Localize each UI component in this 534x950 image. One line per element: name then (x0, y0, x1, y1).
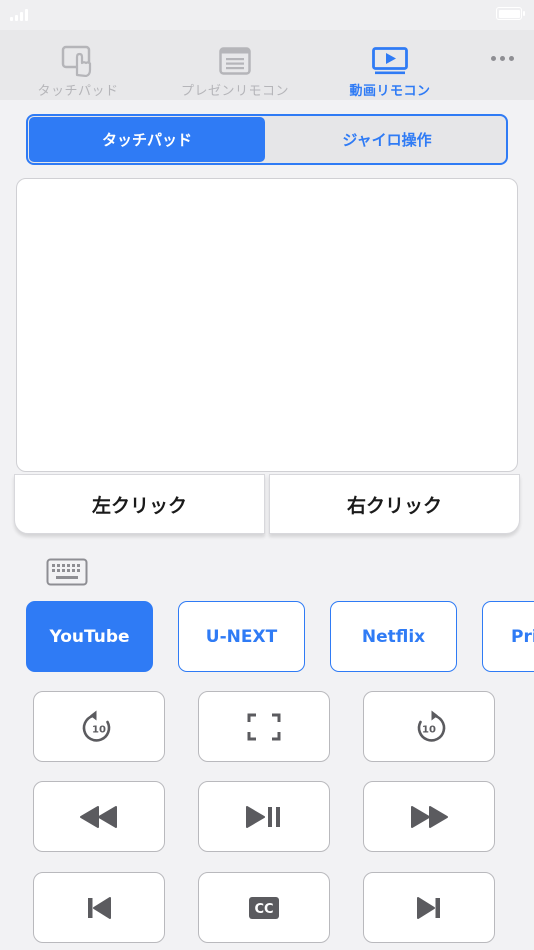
play-pause-button[interactable] (198, 781, 330, 852)
slides-icon (215, 44, 255, 78)
tab-label: タッチパッド (37, 84, 119, 99)
click-buttons: 左クリック 右クリック (14, 474, 520, 534)
previous-button[interactable] (33, 872, 165, 943)
replay-10-button[interactable]: 10 (33, 691, 165, 762)
fast-forward-button[interactable] (363, 781, 495, 852)
service-buttons-row: YouTube U-NEXT Netflix Pri (0, 601, 534, 673)
left-click-button[interactable]: 左クリック (14, 474, 265, 534)
next-button[interactable] (363, 872, 495, 943)
prime-video-button[interactable]: Pri (482, 601, 534, 672)
status-bar (0, 0, 534, 30)
skip-next-icon (417, 896, 440, 919)
unext-button[interactable]: U-NEXT (178, 601, 305, 672)
tab-touchpad[interactable]: タッチパッド (30, 44, 126, 99)
play-pause-icon (246, 805, 280, 828)
netflix-button[interactable]: Netflix (330, 601, 457, 672)
fullscreen-button[interactable] (198, 691, 330, 762)
battery-icon (496, 7, 525, 20)
replay-10-label: 10 (92, 724, 106, 735)
forward-10-button[interactable]: 10 (363, 691, 495, 762)
captions-label: CC (254, 902, 273, 917)
keyboard-icon[interactable] (46, 558, 88, 586)
skip-previous-icon (88, 896, 111, 919)
replay-10-icon: 10 (82, 710, 111, 742)
forward-10-label: 10 (422, 724, 436, 735)
forward-10-icon: 10 (417, 710, 446, 742)
signal-icon (10, 7, 28, 21)
mode-segmented-control: タッチパッド ジャイロ操作 (26, 114, 508, 165)
more-dots-icon[interactable] (491, 56, 514, 61)
top-tab-bar: タッチパッド プレゼンリモコン 動画リモコン (0, 30, 534, 100)
tab-presentation-remote[interactable]: プレゼンリモコン (172, 44, 298, 99)
touch-hand-icon (58, 44, 98, 78)
rewind-button[interactable] (33, 781, 165, 852)
closed-captions-icon: CC (249, 896, 279, 919)
youtube-button[interactable]: YouTube (26, 601, 153, 672)
tab-label: 動画リモコン (349, 84, 431, 99)
right-click-button[interactable]: 右クリック (269, 474, 520, 534)
rewind-icon (80, 805, 117, 828)
segment-gyro[interactable]: ジャイロ操作 (268, 116, 506, 163)
tab-video-remote[interactable]: 動画リモコン (340, 44, 440, 99)
fullscreen-icon (247, 713, 281, 740)
fast-forward-icon (411, 805, 448, 828)
video-play-icon (370, 44, 410, 78)
touchpad-area[interactable] (16, 178, 518, 472)
segment-touchpad[interactable]: タッチパッド (29, 117, 265, 162)
tab-label: プレゼンリモコン (180, 84, 289, 99)
captions-button[interactable]: CC (198, 872, 330, 943)
